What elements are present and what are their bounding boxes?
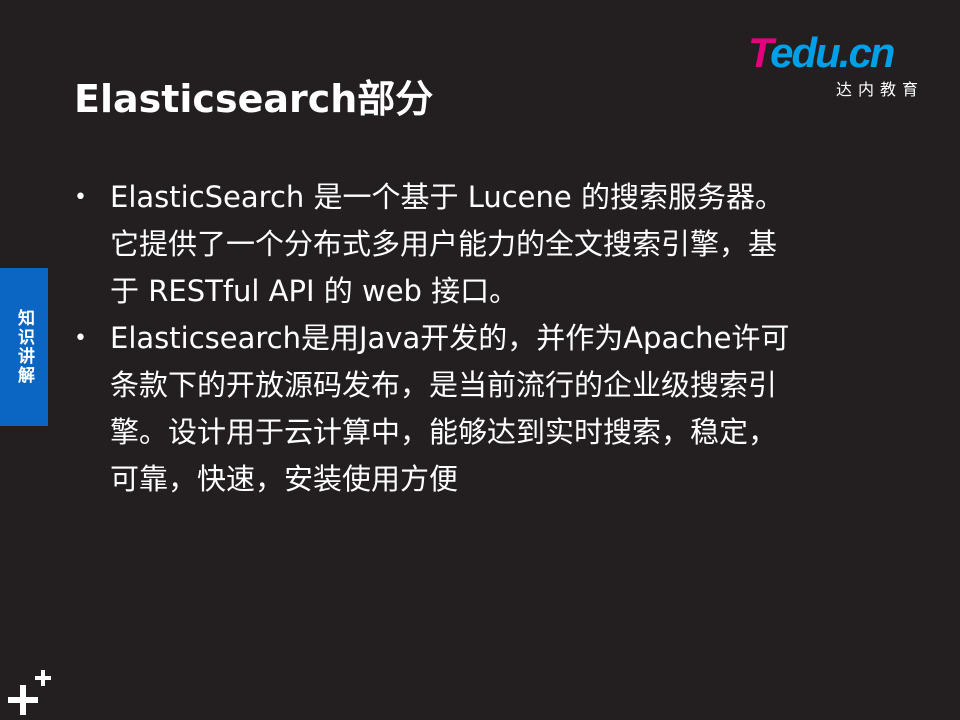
slide: Elasticsearch部分 Tedu.cn 达内教育 知识讲解 • Elas… [0, 0, 960, 720]
bullet-dot-icon: • [74, 326, 87, 351]
logo-subtitle: 达内教育 [835, 80, 924, 99]
bullet-line: 于 RESTful API 的 web 接口。 [110, 274, 519, 308]
bullet-dot-icon: • [74, 185, 87, 210]
side-tab-label: 知识讲解 [14, 309, 34, 385]
plus-sparkle-icon [8, 670, 51, 715]
tedu-logo: Tedu.cn 达内教育 [748, 28, 928, 100]
bullet-item: • ElasticSearch 是一个基于 Lucene 的搜索服务器。 它提供… [74, 174, 874, 315]
bullet-item: • Elasticsearch是用Java开发的，并作为Apache许可 条款下… [74, 315, 874, 503]
bullet-list: • ElasticSearch 是一个基于 Lucene 的搜索服务器。 它提供… [74, 174, 874, 503]
logo-wordmark: Tedu.cn [748, 28, 895, 78]
slide-title: Elasticsearch部分 [74, 77, 434, 121]
logo-word-rest: edu.cn [770, 29, 895, 76]
bullet-line: 条款下的开放源码发布，是当前流行的企业级搜索引 [110, 368, 778, 402]
bullet-line: 擎。设计用于云计算中，能够达到实时搜索，稳定， [110, 415, 778, 449]
bullet-line: 可靠，快速，安装使用方便 [110, 462, 459, 496]
logo-letter-t: T [748, 29, 772, 76]
side-tab: 知识讲解 [0, 268, 48, 426]
bullet-line: Elasticsearch是用Java开发的，并作为Apache许可 [110, 321, 790, 355]
bullet-line: 它提供了一个分布式多用户能力的全文搜索引擎，基 [110, 227, 778, 261]
bullet-line: ElasticSearch 是一个基于 Lucene 的搜索服务器。 [110, 180, 784, 214]
